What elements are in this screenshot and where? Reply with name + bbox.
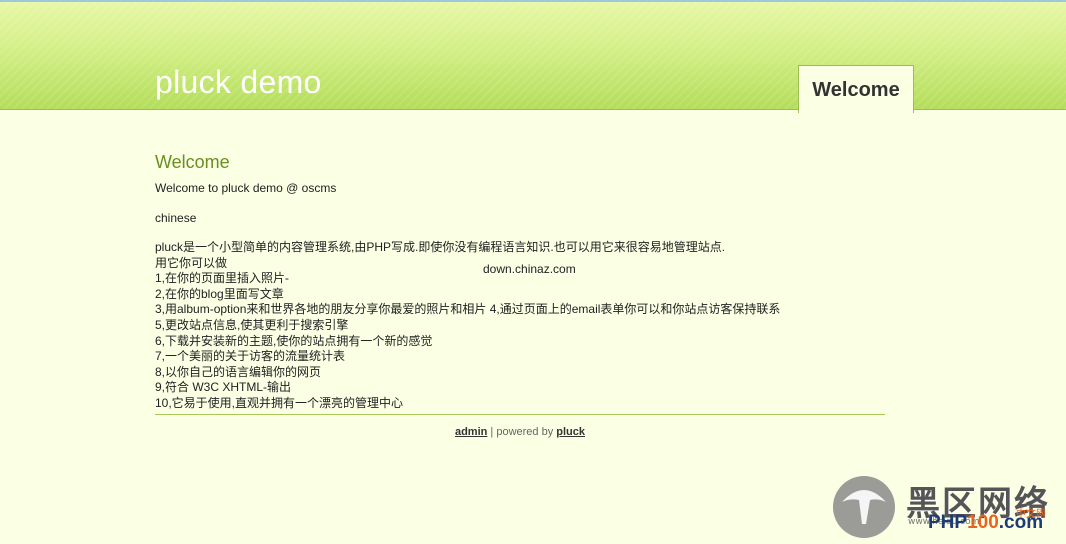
feature-list: pluck是一个小型简单的内容管理系统,由PHP写成.即使你没有编程语言知识.也… xyxy=(155,240,780,412)
list-item: 2,在你的blog里面写文章 xyxy=(155,286,284,301)
tab-welcome[interactable]: Welcome xyxy=(798,65,914,113)
language-text: chinese xyxy=(155,211,197,225)
main-content: Welcome Welcome to pluck demo @ oscms ch… xyxy=(155,150,885,410)
list-item: 3,用album-option来和世界各地的朋友分享你最爱的照片和相片 4,通过… xyxy=(155,302,781,317)
description-text: pluck是一个小型简单的内容管理系统,由PHP写成.即使你没有编程语言知识.也… xyxy=(155,240,726,254)
admin-link[interactable]: admin xyxy=(455,426,487,438)
pluck-link[interactable]: pluck xyxy=(556,426,585,438)
usage-intro-text: 用它你可以做 xyxy=(155,255,228,270)
list-item: 5,更改站点信息,使其更利于搜索引擎 xyxy=(155,317,349,332)
watermark-text: down.chinaz.com xyxy=(483,262,576,276)
site-header: pluck demo Welcome xyxy=(0,0,1066,113)
php-highlight: 100 xyxy=(967,512,999,533)
intro-text: Welcome to pluck demo @ oscms xyxy=(155,181,337,195)
list-item: 8,以你自己的语言编辑你的网页 xyxy=(155,364,322,379)
site-title[interactable]: pluck demo xyxy=(155,64,322,101)
corner-small-text: 中文网 xyxy=(1016,509,1046,520)
footer: admin | powered by pluck xyxy=(155,426,885,438)
footer-separator-text: | powered by xyxy=(487,426,557,438)
page-title: Welcome xyxy=(155,152,230,172)
list-item: 10,它易于使用,直观并拥有一个漂亮的管理中心 xyxy=(155,395,404,410)
php-prefix: PHP xyxy=(928,512,968,533)
list-item: 7,一个美丽的关于访客的流量统计表 xyxy=(155,349,346,364)
list-item: 9,符合 W3C XHTML-输出 xyxy=(155,380,292,395)
list-item: 6,下载并安装新的主题,使你的站点拥有一个新的感觉 xyxy=(155,333,433,348)
list-item: 1,在你的页面里插入照片- xyxy=(155,271,290,286)
footer-divider xyxy=(155,414,885,415)
